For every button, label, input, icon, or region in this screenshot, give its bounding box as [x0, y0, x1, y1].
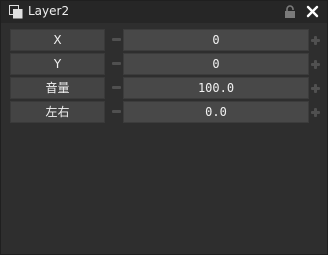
increment-button[interactable] [310, 53, 322, 75]
value-field[interactable]: 0 [123, 53, 309, 75]
decrement-button[interactable] [111, 29, 123, 51]
property-row-volume: 音量 100.0 [10, 77, 322, 99]
property-label: Y [10, 53, 105, 75]
value-field[interactable]: 100.0 [123, 77, 309, 99]
property-row-pan: 左右 0.0 [10, 101, 322, 123]
increment-button[interactable] [310, 77, 322, 99]
increment-button[interactable] [310, 29, 322, 51]
property-label: X [10, 29, 105, 51]
increment-button[interactable] [310, 101, 322, 123]
property-label: 音量 [10, 77, 105, 99]
lock-icon[interactable] [284, 5, 296, 18]
decrement-button[interactable] [111, 53, 123, 75]
value-field[interactable]: 0 [123, 29, 309, 51]
panel-title: Layer2 [28, 4, 70, 18]
property-row-y: Y 0 [10, 53, 322, 75]
property-list: X 0 Y 0 音量 100.0 左右 0.0 [10, 29, 322, 125]
close-icon[interactable] [305, 4, 320, 19]
layers-icon [9, 5, 23, 19]
property-row-x: X 0 [10, 29, 322, 51]
value-field[interactable]: 0.0 [123, 101, 309, 123]
decrement-button[interactable] [111, 77, 123, 99]
property-label: 左右 [10, 101, 105, 123]
decrement-button[interactable] [111, 101, 123, 123]
panel-titlebar[interactable]: Layer2 [1, 1, 327, 23]
layer-panel: Layer2 X 0 Y 0 音量 100.0 左右 0.0 [0, 0, 328, 255]
